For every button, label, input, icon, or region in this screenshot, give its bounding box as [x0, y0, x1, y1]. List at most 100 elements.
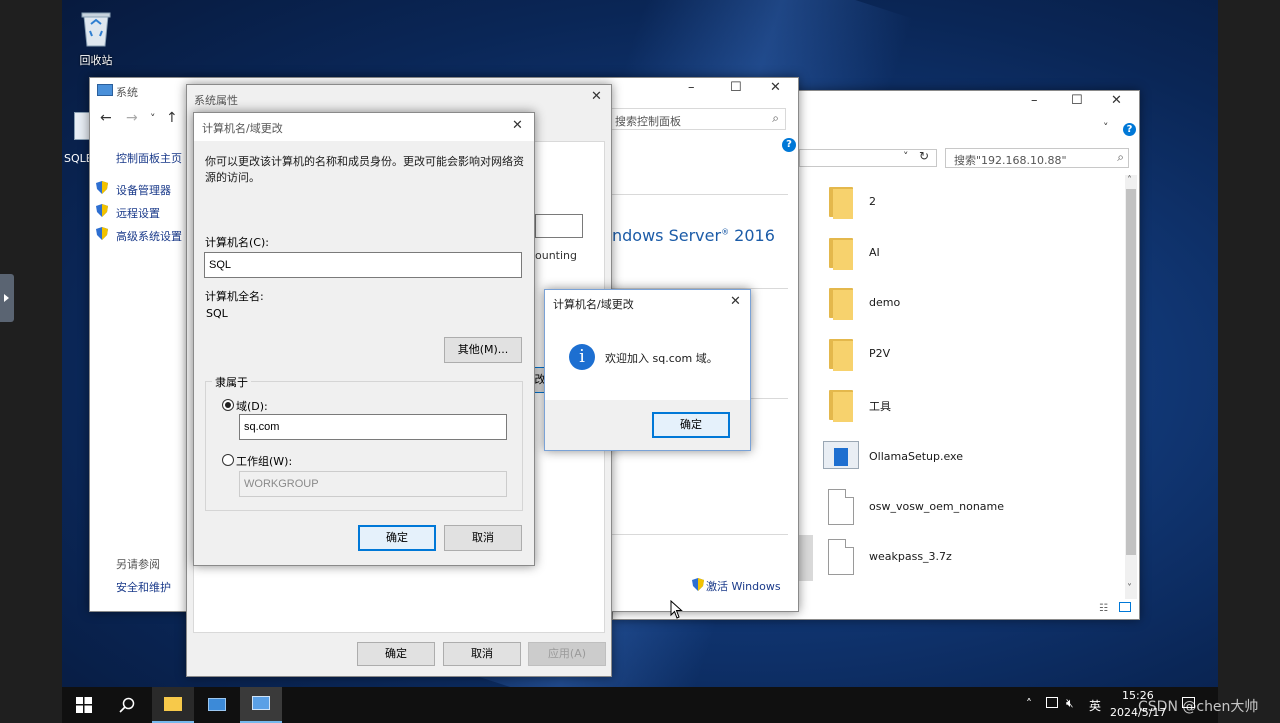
scroll-down-icon[interactable]: ˅	[1127, 583, 1132, 594]
system-properties-title: 系统属性	[194, 94, 238, 107]
list-item[interactable]: demo	[825, 286, 1105, 322]
see-also-heading: 另请参阅	[116, 558, 160, 571]
minimize-icon[interactable]: –	[1031, 93, 1038, 108]
close-icon[interactable]: ✕	[512, 118, 523, 133]
scrollbar-thumb[interactable]	[1126, 189, 1136, 555]
search-icon[interactable]	[119, 697, 135, 713]
folder-icon	[829, 187, 853, 219]
uac-shield-icon	[96, 227, 108, 240]
link-activate-windows[interactable]: 激活 Windows	[706, 578, 781, 594]
computer-name-input[interactable]	[204, 252, 522, 278]
domain-input[interactable]	[239, 414, 507, 440]
link-remote-settings[interactable]: 远程设置	[116, 205, 160, 221]
link-advanced-settings[interactable]: 高级系统设置	[116, 228, 182, 244]
recycle-bin-label: 回收站	[79, 54, 113, 67]
list-item[interactable]: weakpass_3.7z	[825, 537, 1105, 577]
maximize-icon[interactable]: ☐	[730, 80, 742, 95]
name-change-description: 你可以更改该计算机的名称和成员身份。更改可能会影响对网络资源的访问。	[205, 155, 524, 184]
welcome-message-box[interactable]: 计算机名/域更改 ✕ i 欢迎加入 sq.com 域。 确定	[544, 289, 751, 451]
forward-arrow-icon[interactable]: →	[126, 110, 138, 126]
side-panel-handle[interactable]	[0, 274, 14, 322]
ime-indicator[interactable]: 英	[1089, 697, 1101, 714]
system-window-icon	[97, 84, 113, 96]
large-icons-view-icon[interactable]	[1119, 602, 1131, 612]
control-panel-search[interactable]: 搜索控制面板 ⌕	[606, 108, 786, 130]
recent-dropdown-icon[interactable]: ˅	[150, 112, 156, 125]
os-year: 2016	[734, 226, 775, 245]
workgroup-label[interactable]: 工作组(W):	[236, 453, 292, 469]
help-icon[interactable]: ?	[1123, 123, 1136, 136]
workgroup-input[interactable]	[239, 471, 507, 497]
folder-icon	[829, 238, 853, 270]
tray-chevron-icon[interactable]: ˄	[1026, 697, 1032, 711]
close-icon[interactable]: ✕	[1111, 93, 1122, 108]
server-manager-icon	[208, 698, 226, 711]
watermark-text: CSDN @chen大帅	[1138, 699, 1259, 715]
list-item[interactable]: OllamaSetup.exe	[823, 439, 1105, 475]
info-icon: i	[569, 344, 595, 370]
link-device-manager[interactable]: 设备管理器	[116, 182, 171, 198]
explorer-search-box[interactable]: 搜索"192.168.10.88" ⌕	[945, 148, 1129, 168]
ok-button[interactable]: 确定	[358, 525, 436, 551]
vertical-scrollbar[interactable]: ˄ ˅	[1125, 175, 1137, 599]
address-dropdown-icon[interactable]: ˅	[903, 150, 909, 163]
os-name: ndows Server	[612, 226, 722, 245]
back-arrow-icon[interactable]: ←	[100, 110, 112, 126]
refresh-icon[interactable]: ↻	[919, 149, 929, 163]
cancel-button[interactable]: 取消	[444, 525, 522, 551]
address-bar[interactable]	[799, 149, 937, 167]
computer-description-input[interactable]	[535, 214, 583, 238]
list-item[interactable]: osw_vosw_oem_noname	[825, 487, 1105, 527]
list-item-name: 工具	[869, 400, 891, 413]
exe-icon	[823, 441, 859, 469]
close-icon[interactable]: ✕	[770, 80, 781, 95]
folder-icon	[829, 390, 853, 422]
selection-highlight	[797, 535, 813, 581]
welcome-message: 欢迎加入 sq.com 域。	[605, 352, 718, 365]
details-view-icon[interactable]: ☷	[1099, 603, 1108, 614]
document-icon	[828, 539, 854, 575]
ok-button[interactable]: 确定	[357, 642, 435, 666]
list-item-name: 2	[869, 195, 876, 208]
close-icon[interactable]: ✕	[591, 89, 602, 104]
divider	[612, 534, 788, 535]
computer-name-label: 计算机名(C):	[205, 236, 269, 249]
start-windows-icon[interactable]	[76, 697, 92, 713]
network-icon[interactable]	[1046, 697, 1058, 708]
minimize-icon[interactable]: –	[688, 80, 695, 95]
system-window-title: 系统	[116, 86, 138, 99]
taskbar-system-properties[interactable]	[240, 687, 282, 723]
taskbar-server-manager[interactable]	[196, 687, 238, 723]
domain-label[interactable]: 域(D):	[236, 398, 268, 414]
ok-button[interactable]: 确定	[652, 412, 730, 438]
sql-shortcut[interactable]: SQLE	[62, 110, 93, 166]
search-icon: ⌕	[772, 111, 779, 125]
taskbar-file-explorer[interactable]	[152, 687, 194, 723]
list-item[interactable]: 2	[825, 185, 1105, 221]
recycle-bin[interactable]: 回收站	[72, 6, 120, 68]
cancel-button[interactable]: 取消	[443, 642, 521, 666]
scroll-up-icon[interactable]: ˄	[1127, 175, 1132, 186]
list-item[interactable]: P2V	[825, 337, 1105, 373]
folder-icon	[829, 339, 853, 371]
list-item-name: weakpass_3.7z	[869, 550, 952, 563]
apply-button[interactable]: 应用(A)	[528, 642, 606, 666]
list-item-name: demo	[869, 296, 901, 309]
link-control-panel-home[interactable]: 控制面板主页	[116, 150, 182, 166]
link-security-maintenance[interactable]: 安全和维护	[116, 579, 171, 595]
up-arrow-icon[interactable]: ↑	[166, 110, 178, 126]
domain-radio[interactable]	[222, 399, 234, 411]
help-icon[interactable]: ?	[782, 138, 796, 152]
close-icon[interactable]: ✕	[730, 294, 741, 309]
member-of-label: 隶属于	[212, 374, 251, 390]
expand-ribbon-icon[interactable]: ˅	[1103, 121, 1109, 134]
mouse-cursor-icon	[670, 600, 683, 619]
maximize-icon[interactable]: ☐	[1071, 93, 1083, 108]
welcome-title: 计算机名/域更改	[553, 298, 634, 311]
other-button[interactable]: 其他(M)...	[444, 337, 522, 363]
workgroup-radio[interactable]	[222, 454, 234, 466]
list-item[interactable]: AI	[825, 236, 1105, 272]
list-item[interactable]: 工具	[825, 388, 1105, 424]
name-change-dialog[interactable]: 计算机名/域更改 ✕ 你可以更改该计算机的名称和成员身份。更改可能会影响对网络资…	[193, 112, 535, 566]
volume-muted-icon[interactable]: 🔇︎	[1066, 696, 1074, 711]
